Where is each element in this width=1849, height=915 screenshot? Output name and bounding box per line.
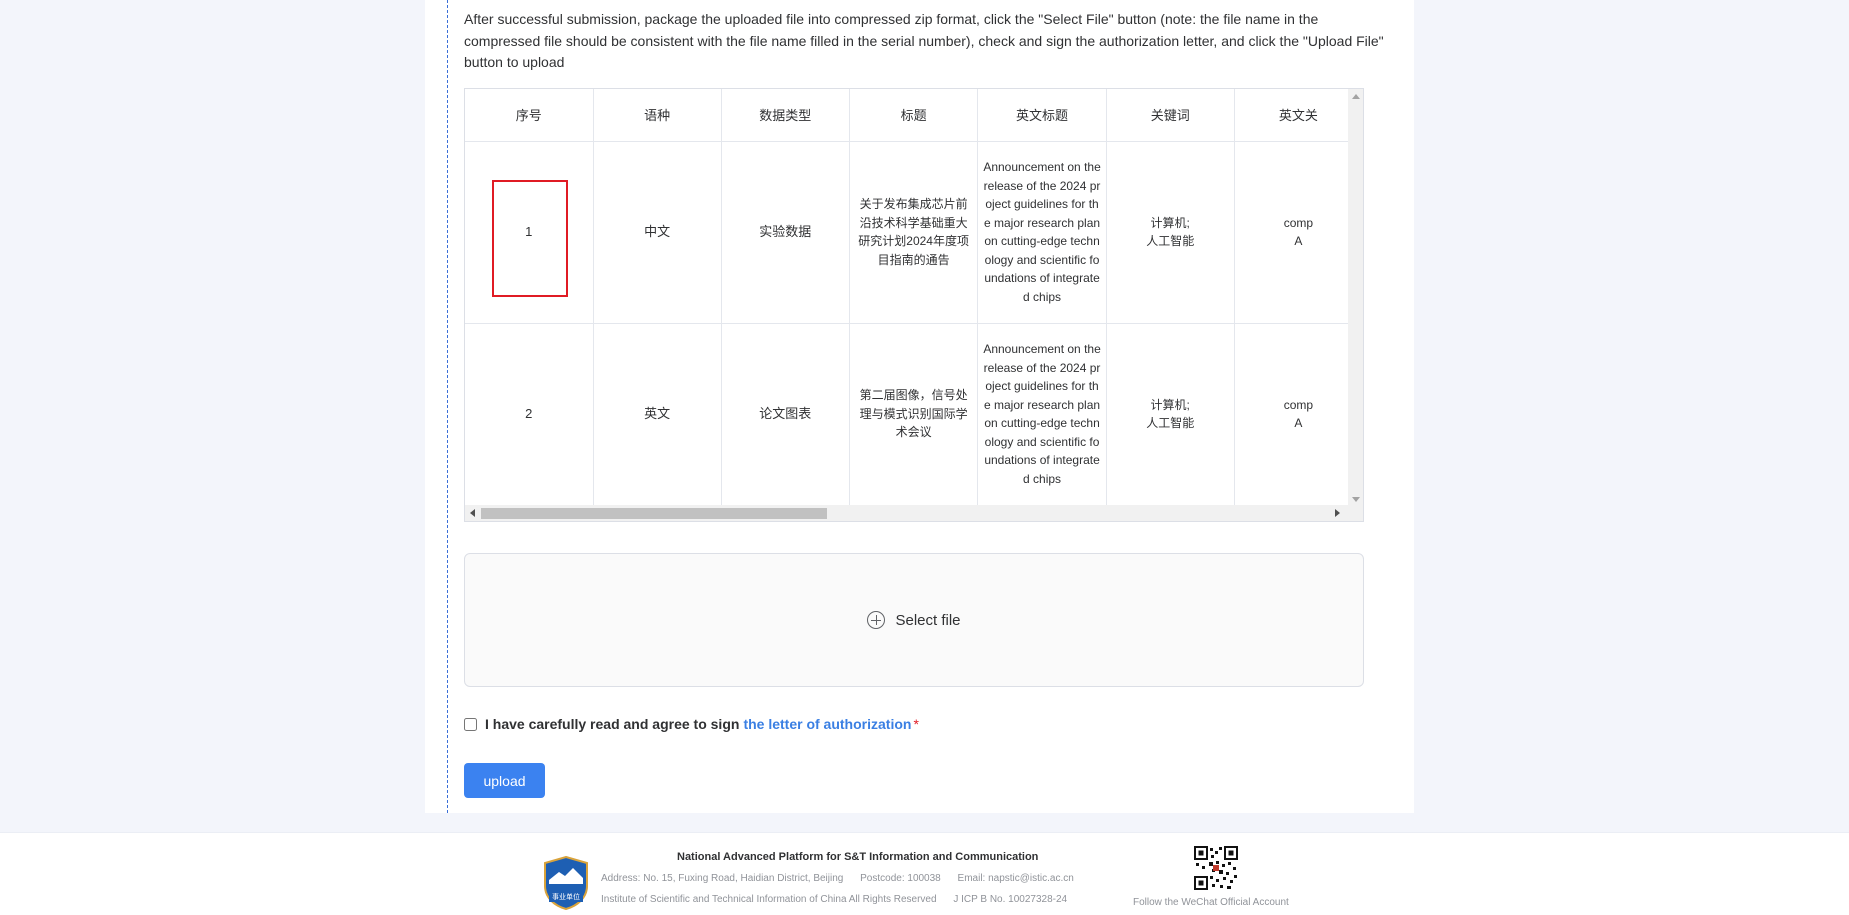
cell-language: 中文 [593, 141, 722, 324]
english-keyword: comp [1283, 215, 1314, 230]
cell-serial-number: 2 [465, 323, 594, 506]
header-title: 标题 [849, 89, 979, 142]
data-table: 序号 语种 数据类型 标题 英文标题 关键词 英文关 1 中文 实验数据 关于发… [465, 89, 1363, 506]
keyword: 人工智能 [1146, 416, 1195, 430]
header-data-type: 数据类型 [721, 89, 850, 142]
footer-address: Address: No. 15, Fuxing Road, Haidian Di… [601, 873, 844, 884]
header-keywords: 关键词 [1106, 89, 1235, 142]
header-english-keywords: 英文关 [1234, 89, 1363, 142]
english-keyword: A [1294, 234, 1303, 248]
agreement-checkbox[interactable] [464, 717, 477, 731]
scroll-down-icon[interactable] [1352, 497, 1360, 502]
cell-serial-number: 1 [465, 141, 594, 324]
upload-instructions: After successful submission, package the… [464, 11, 1384, 70]
authorization-agreement[interactable]: I have carefully read and agree to sign … [464, 716, 919, 732]
cell-english-keywords: comp A [1234, 323, 1363, 506]
footer-title: National Advanced Platform for S&T Infor… [677, 851, 1039, 863]
cell-english-keywords: comp A [1234, 141, 1363, 324]
cell-keywords: 计算机; 人工智能 [1106, 141, 1235, 324]
keyword: 计算机; [1150, 397, 1190, 412]
wechat-qr-code-icon [1194, 846, 1238, 890]
qr-caption: Follow the WeChat Official Account [1133, 897, 1289, 908]
cell-title: 关于发布集成芯片前沿技术科学基础重大研究计划2024年度项目指南的通告 [849, 141, 979, 324]
table-row: 2 英文 论文图表 第二届图像，信号处理与模式识别国际学术会议 Announce… [465, 323, 1363, 506]
select-file-label: Select file [895, 611, 961, 629]
footer-email: Email: napstic@istic.ac.cn [957, 873, 1074, 884]
footer-postcode: Postcode: 100038 [860, 873, 941, 884]
footer-address-line: Address: No. 15, Fuxing Road, Haidian Di… [601, 873, 1088, 884]
cell-title: 第二届图像，信号处理与模式识别国际学术会议 [849, 323, 979, 506]
cell-data-type: 实验数据 [721, 141, 850, 324]
keyword: 计算机; [1150, 215, 1190, 230]
horizontal-scroll-thumb[interactable] [481, 508, 827, 519]
data-table-container[interactable]: 序号 语种 数据类型 标题 英文标题 关键词 英文关 1 中文 实验数据 关于发… [464, 88, 1364, 522]
footer-copyright: Institute of Scientific and Technical In… [601, 894, 937, 905]
scroll-up-icon[interactable] [1352, 94, 1360, 99]
english-keyword: A [1294, 416, 1303, 430]
cell-keywords: 计算机; 人工智能 [1106, 323, 1235, 506]
cell-english-title: Announcement on the release of the 2024 … [977, 323, 1107, 506]
header-language: 语种 [593, 89, 722, 142]
vertical-scrollbar[interactable] [1348, 89, 1363, 507]
keyword: 人工智能 [1146, 234, 1195, 248]
logo-text: 事业单位 [552, 892, 580, 901]
header-serial-number: 序号 [465, 89, 594, 142]
institution-logo-icon: 事业单位 [544, 856, 588, 910]
footer-copyright-line: Institute of Scientific and Technical In… [601, 894, 1081, 905]
scroll-left-icon[interactable] [470, 509, 475, 517]
required-mark: * [913, 716, 919, 732]
agreement-text: I have carefully read and agree to sign [485, 716, 740, 732]
footer-icp: J ICP B No. 10027328-24 [953, 894, 1068, 905]
site-footer: 事业单位 National Advanced Platform for S&T … [0, 832, 1849, 915]
plus-circle-icon [867, 611, 886, 629]
scroll-right-icon[interactable] [1335, 509, 1340, 517]
horizontal-scrollbar[interactable] [465, 505, 1363, 521]
authorization-letter-link[interactable]: the letter of authorization [743, 716, 911, 732]
header-english-title: 英文标题 [977, 89, 1107, 142]
table-header-row: 序号 语种 数据类型 标题 英文标题 关键词 英文关 [465, 89, 1363, 142]
cell-data-type: 论文图表 [721, 323, 850, 506]
select-file-dropzone[interactable]: Select file [464, 553, 1364, 687]
cell-language: 英文 [593, 323, 722, 506]
english-keyword: comp [1283, 397, 1314, 412]
dashed-divider [447, 0, 448, 813]
cell-english-title: Announcement on the release of the 2024 … [977, 141, 1107, 324]
table-row: 1 中文 实验数据 关于发布集成芯片前沿技术科学基础重大研究计划2024年度项目… [465, 141, 1363, 324]
upload-button[interactable]: upload [464, 763, 545, 798]
